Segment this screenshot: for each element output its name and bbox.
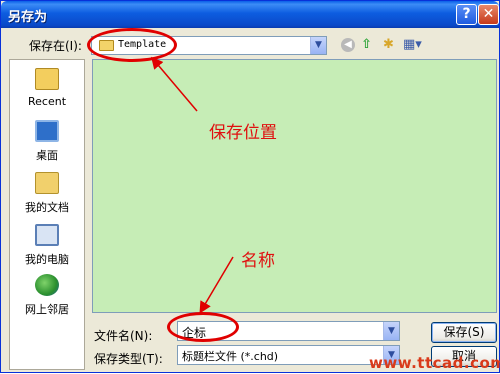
place-my-documents[interactable]: 我的文档: [10, 172, 84, 224]
save-in-label: 保存在(I):: [29, 39, 82, 53]
network-places-icon: [35, 274, 59, 296]
my-documents-icon: [35, 172, 59, 194]
places-bar: Recent 桌面 我的文档 我的电脑 网上邻居: [9, 59, 85, 370]
close-button[interactable]: ✕: [478, 4, 499, 25]
place-desktop[interactable]: 桌面: [10, 120, 84, 172]
back-icon[interactable]: ◀: [341, 38, 355, 52]
chevron-down-icon[interactable]: ▼: [383, 322, 399, 340]
filename-highlight-circle: [167, 312, 239, 342]
place-recent[interactable]: Recent: [10, 68, 84, 120]
watermark: www.ttcad.com: [369, 354, 500, 372]
place-label: 我的电脑: [25, 253, 69, 266]
place-network[interactable]: 网上邻居: [10, 274, 84, 326]
save-as-dialog: 另存为 ? ✕ 保存在(I): Template ▼ ◀ ⇧ ✱ ▦▾ Rece…: [0, 0, 500, 373]
filename-label: 文件名(N):: [94, 329, 153, 343]
desktop-icon: [35, 120, 59, 142]
file-list-area[interactable]: [92, 59, 497, 313]
help-button[interactable]: ?: [456, 4, 477, 25]
place-my-computer[interactable]: 我的电脑: [10, 224, 84, 276]
location-highlight-circle: [87, 28, 177, 62]
filetype-dropdown[interactable]: 标题栏文件 (*.chd) ▼: [177, 345, 400, 365]
recent-folder-icon: [35, 68, 59, 90]
views-menu-icon[interactable]: ▦▾: [403, 38, 422, 52]
filetype-value: 标题栏文件 (*.chd): [182, 350, 279, 363]
title-bar[interactable]: 另存为 ? ✕: [1, 1, 499, 28]
chevron-down-icon[interactable]: ▼: [310, 37, 326, 54]
place-label: 我的文档: [25, 201, 69, 214]
window-title: 另存为: [8, 10, 48, 25]
place-label: 网上邻居: [25, 303, 69, 316]
annotation-location-text: 保存位置: [209, 123, 277, 143]
annotation-name-text: 名称: [241, 251, 275, 271]
place-label: Recent: [27, 95, 67, 108]
new-folder-icon[interactable]: ✱: [383, 38, 394, 52]
save-button[interactable]: 保存(S): [431, 322, 497, 343]
filetype-label: 保存类型(T):: [94, 352, 163, 366]
up-folder-icon[interactable]: ⇧: [361, 38, 372, 52]
my-computer-icon: [35, 224, 59, 246]
place-label: 桌面: [36, 149, 58, 162]
